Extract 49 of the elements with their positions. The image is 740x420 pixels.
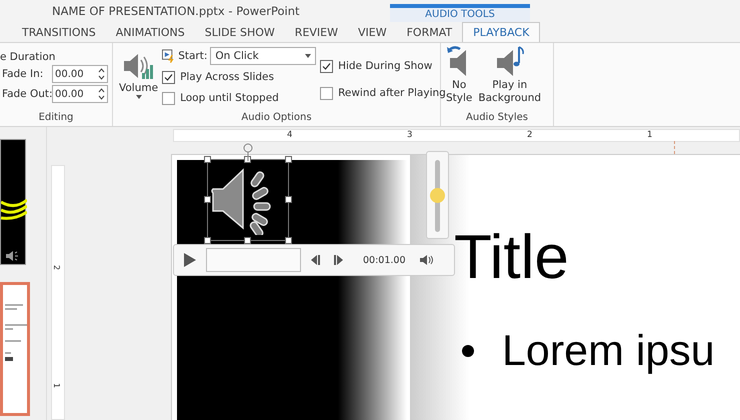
fade-in-spinbox[interactable]: 00.00 bbox=[52, 65, 108, 83]
ribbon-tab[interactable]: ANIMATIONS bbox=[106, 22, 195, 42]
start-trigger-icon bbox=[162, 49, 176, 63]
playback-time: 00:01.00 bbox=[363, 254, 406, 266]
slide-title: Title bbox=[454, 223, 569, 293]
audio-icon-selection[interactable] bbox=[207, 159, 289, 241]
ribbon-tab[interactable]: PLAYBACK bbox=[462, 22, 540, 42]
checkbox-option[interactable]: Rewind after Playing bbox=[320, 84, 446, 102]
window-title: NAME OF PRESENTATION.pptx - PowerPoint bbox=[52, 4, 301, 20]
ribbon-tab[interactable]: VIEW bbox=[348, 22, 397, 42]
bullet-icon bbox=[462, 345, 474, 357]
ribbon-tab[interactable]: SLIDE SHOW bbox=[194, 22, 285, 42]
ribbon-tab[interactable]: REVIEW bbox=[284, 22, 348, 42]
slide-thumbnail[interactable] bbox=[0, 282, 30, 416]
caret-icon bbox=[136, 95, 142, 99]
slide-thumbnail[interactable] bbox=[0, 139, 26, 265]
fade-out-label: Fade Out: bbox=[1, 88, 52, 100]
volume-button[interactable]: Volume bbox=[119, 47, 158, 112]
checkbox-option[interactable]: Play Across Slides bbox=[162, 68, 316, 86]
caret-icon bbox=[305, 54, 312, 58]
checkbox[interactable] bbox=[162, 92, 176, 104]
vertical-ruler: 2 1 bbox=[51, 165, 65, 420]
no-style-button[interactable]: No Style bbox=[445, 45, 474, 112]
duration-label: e Duration bbox=[0, 51, 56, 63]
group-label: Audio Styles bbox=[465, 112, 529, 125]
volume-slider[interactable] bbox=[426, 151, 449, 239]
fade-in-label: Fade In: bbox=[1, 68, 44, 80]
ribbon-tab[interactable]: TRANSITIONS bbox=[12, 22, 106, 42]
speaker-with-note-icon bbox=[494, 45, 525, 79]
spin-arrows-icon[interactable] bbox=[98, 87, 105, 101]
checkbox[interactable] bbox=[320, 86, 334, 100]
volume-slider-thumb[interactable] bbox=[430, 188, 445, 203]
slide-bullet-text: Lorem ipsu bbox=[502, 326, 715, 377]
play-in-background-button[interactable]: Play in Background bbox=[477, 45, 542, 112]
spin-arrows-icon[interactable] bbox=[98, 67, 105, 81]
rotate-handle-icon[interactable] bbox=[242, 143, 254, 161]
start-label: Start: bbox=[178, 50, 208, 62]
checkbox[interactable] bbox=[320, 60, 334, 72]
contextual-tab-group-header: AUDIO TOOLS bbox=[390, 4, 530, 22]
group-label: Audio Options bbox=[240, 112, 313, 125]
ribbon-tab[interactable]: FORMAT bbox=[396, 22, 462, 42]
speaker-volume-icon bbox=[122, 51, 156, 81]
fade-out-spinbox[interactable]: 00.00 bbox=[52, 85, 108, 103]
checkbox-option[interactable]: Loop until Stopped bbox=[162, 89, 316, 107]
horizontal-ruler: 4 3 2 1 bbox=[173, 129, 740, 142]
checkbox[interactable] bbox=[162, 70, 176, 84]
checkbox-option[interactable]: Hide During Show bbox=[320, 57, 446, 75]
group-label: Editing bbox=[38, 112, 74, 125]
start-dropdown[interactable]: On Click bbox=[210, 47, 316, 65]
